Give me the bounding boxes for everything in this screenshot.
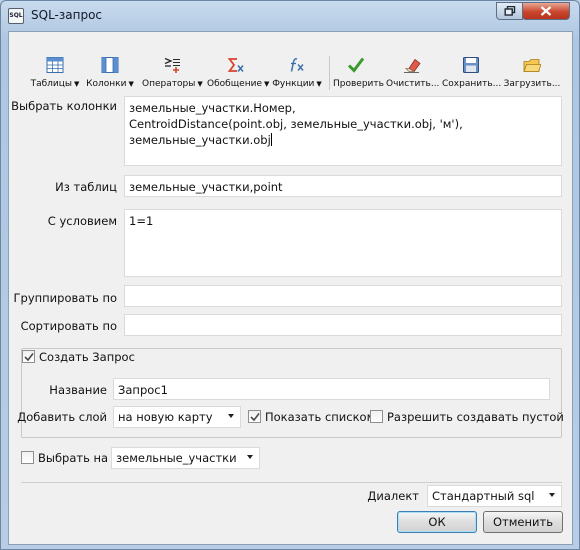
save-icon [463, 57, 479, 73]
table-icon [46, 57, 64, 73]
sigma-icon [227, 58, 244, 72]
columns-icon [101, 57, 119, 73]
select-line: земельные_участки.Номер, [129, 101, 296, 115]
dropdown-arrow-icon: ▼ [316, 80, 322, 88]
ok-button[interactable]: ОК [397, 511, 477, 533]
aggregate-button[interactable]: Обобщение ▼ [207, 52, 269, 92]
order-by-label: Сортировать по [20, 319, 117, 333]
text-caret [270, 133, 272, 146]
cancel-button[interactable]: Отменить [483, 511, 563, 533]
save-button-label: Сохранить... [442, 79, 502, 89]
dialect-value: Стандартный sql [432, 489, 535, 503]
add-layer-label: Добавить слой [17, 410, 107, 424]
checkmark-icon [250, 413, 260, 422]
load-button-label: Загрузить... [503, 79, 561, 89]
dialog-window: SQL SQL-запрос Таблицы ▼ Колонки ▼ Опера… [0, 0, 580, 550]
show-list-label: Показать списком [265, 410, 376, 424]
load-button[interactable]: Загрузить... [503, 52, 561, 92]
dialog-body: Таблицы ▼ Колонки ▼ Операторы ▼ Обобщени… [8, 31, 573, 545]
allow-empty-checkbox[interactable] [370, 410, 383, 423]
functions-button[interactable]: Функции ▼ [271, 52, 323, 92]
where-label: С условием [47, 214, 117, 228]
title-bar[interactable]: SQL SQL-запрос [1, 1, 579, 31]
add-layer-value: на новую карту [118, 410, 213, 424]
sql-app-icon: SQL [8, 8, 24, 24]
select-columns-label: Выбрать колонки [11, 99, 117, 113]
dialect-dropdown[interactable]: Стандартный sql [427, 485, 562, 507]
chevron-down-icon [228, 414, 234, 418]
query-name-label: Название [49, 383, 107, 397]
select-on-label: Выбрать на [38, 451, 109, 465]
aggregate-button-label: Обобщение [207, 79, 262, 89]
select-on-checkbox[interactable] [21, 451, 34, 464]
restore-button[interactable] [496, 2, 523, 20]
select-on-value: земельные_участки [116, 451, 237, 465]
close-icon [540, 6, 552, 16]
clear-button[interactable]: Очистить... [386, 52, 440, 92]
dialect-label: Диалект [367, 489, 419, 503]
functions-button-label: Функции [272, 79, 315, 89]
dropdown-arrow-icon: ▼ [197, 80, 203, 88]
from-tables-input[interactable]: земельные_участки,point [124, 175, 562, 197]
checkmark-icon [24, 353, 34, 362]
tables-button[interactable]: Таблицы ▼ [29, 52, 81, 92]
select-columns-textarea[interactable]: земельные_участки.Номер, CentroidDistance… [124, 96, 562, 166]
clear-button-label: Очистить... [386, 79, 440, 89]
operators-button[interactable]: Операторы ▼ [142, 52, 203, 92]
divider [21, 482, 562, 483]
group-by-label: Группировать по [13, 291, 117, 305]
select-line: земельные_участки.obj [129, 133, 271, 147]
create-query-label: Создать Запрос [39, 350, 138, 364]
where-textarea[interactable]: 1=1 [124, 209, 562, 277]
window-title: SQL-запрос [31, 8, 103, 22]
dropdown-arrow-icon: ▼ [263, 80, 270, 88]
toolbar-separator [329, 56, 330, 90]
load-icon [523, 59, 541, 72]
save-button[interactable]: Сохранить... [442, 52, 502, 92]
add-layer-dropdown[interactable]: на новую карту [113, 406, 241, 428]
verify-button-label: Проверить [333, 79, 384, 89]
restore-icon [504, 6, 515, 16]
from-tables-label: Из таблиц [55, 180, 117, 194]
verify-button[interactable]: Проверить [333, 52, 384, 92]
select-on-dropdown[interactable]: земельные_участки [111, 447, 260, 469]
show-list-checkbox[interactable] [248, 410, 261, 423]
dropdown-arrow-icon: ▼ [74, 80, 80, 88]
group-by-input[interactable] [124, 285, 562, 307]
eraser-icon [404, 58, 421, 73]
operators-button-label: Операторы [142, 79, 196, 89]
query-name-input[interactable]: Запрос1 [113, 378, 550, 400]
check-icon [347, 57, 365, 73]
close-button[interactable] [522, 2, 570, 20]
dropdown-arrow-icon: ▼ [128, 80, 134, 88]
create-query-checkbox[interactable] [22, 350, 35, 363]
order-by-input[interactable] [124, 314, 562, 336]
columns-button[interactable]: Колонки ▼ [85, 52, 135, 92]
chevron-down-icon [247, 455, 253, 459]
columns-button-label: Колонки [86, 79, 127, 89]
allow-empty-label: Разрешить создавать пустой [387, 410, 564, 424]
chevron-down-icon [549, 493, 555, 497]
operators-icon [164, 57, 180, 73]
select-line: CentroidDistance(point.obj, земельные_уч… [129, 117, 463, 131]
tables-button-label: Таблицы [30, 79, 72, 89]
function-icon [290, 58, 304, 72]
